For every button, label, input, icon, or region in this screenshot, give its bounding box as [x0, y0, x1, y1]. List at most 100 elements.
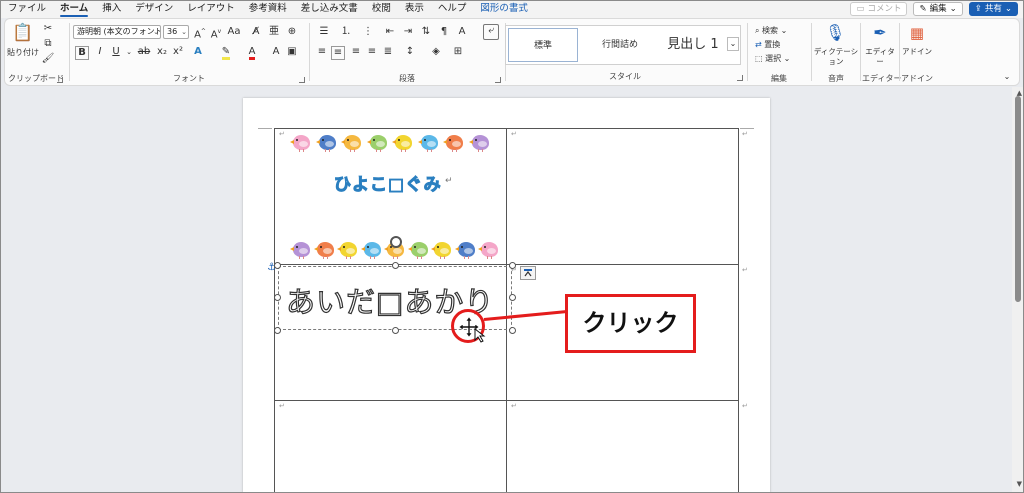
resize-handle[interactable]: [392, 262, 399, 269]
distributed-icon[interactable]: ≣: [381, 46, 395, 58]
tab-help[interactable]: ヘルプ: [438, 0, 467, 18]
table-cell[interactable]: [506, 400, 739, 493]
chevron-down-icon[interactable]: ⌄: [125, 46, 133, 58]
font-color-icon[interactable]: A: [243, 46, 261, 60]
edit-mode-button[interactable]: ✎ 編集 ⌄: [913, 2, 963, 16]
multilevel-list-icon[interactable]: ⋮: [359, 26, 377, 38]
tab-home[interactable]: ホーム: [60, 0, 89, 18]
addins-button[interactable]: アドイン: [901, 47, 933, 57]
numbering-icon[interactable]: ⒈: [337, 26, 355, 38]
tab-layout[interactable]: レイアウト: [187, 0, 235, 18]
increase-indent-icon[interactable]: ⇥: [401, 26, 415, 38]
asian-layout-icon[interactable]: A: [455, 26, 469, 38]
paragraph-launcher[interactable]: [495, 77, 501, 83]
char-shading-icon[interactable]: A: [269, 46, 283, 58]
voice-group-label: 音声: [828, 74, 844, 83]
align-right-icon[interactable]: ≡: [349, 46, 363, 58]
chick-illustration: [341, 133, 363, 152]
clear-format-icon[interactable]: A̸: [249, 26, 263, 38]
phonetic-guide-icon[interactable]: 亜: [267, 26, 281, 38]
superscript-icon[interactable]: x²: [171, 46, 185, 58]
styles-launcher[interactable]: [737, 75, 743, 81]
shading-icon[interactable]: ◈: [429, 46, 443, 58]
separator: [811, 23, 812, 81]
resize-handle[interactable]: [392, 327, 399, 334]
resize-handle[interactable]: [274, 327, 281, 334]
borders-icon[interactable]: ⊞: [451, 46, 465, 58]
style-no-spacing[interactable]: 行間詰め: [584, 28, 656, 62]
highlight-icon[interactable]: ✎: [217, 46, 235, 60]
sort-icon[interactable]: ⇅: [419, 26, 433, 38]
find-button[interactable]: ⌕ 検索 ⌄: [755, 25, 809, 37]
share-button[interactable]: ⇪ 共有 ⌄: [968, 2, 1018, 16]
bullets-icon[interactable]: ☰: [315, 26, 333, 38]
styles-more-button[interactable]: ⌄: [727, 37, 739, 51]
tab-mailings[interactable]: 差し込み文書: [301, 0, 358, 18]
chick-illustration: [407, 240, 430, 259]
paste-icon[interactable]: 📋: [11, 23, 35, 43]
tab-design[interactable]: デザイン: [135, 0, 173, 18]
format-painter-icon[interactable]: 🖌: [41, 53, 55, 65]
text-direction-icon[interactable]: ⤶: [483, 24, 499, 40]
tab-file[interactable]: ファイル: [8, 0, 46, 18]
chick-illustration: [443, 133, 465, 152]
clipboard-launcher[interactable]: [57, 77, 63, 83]
text-effects-icon[interactable]: A: [191, 46, 205, 58]
paste-button[interactable]: 貼り付け: [7, 47, 39, 59]
cut-icon[interactable]: ✂: [41, 23, 55, 35]
font-group: 游明朝 (本文のフォント ⌄ 36 ⌄ A^ Av Aa A̸ 亜 ⊕ B I U …: [71, 21, 307, 85]
line-spacing-icon[interactable]: ↕: [403, 46, 417, 58]
resize-handle[interactable]: [274, 294, 281, 301]
separator: [747, 23, 748, 81]
font-launcher[interactable]: [299, 77, 305, 83]
resize-handle[interactable]: [509, 262, 516, 269]
decrease-indent-icon[interactable]: ⇤: [383, 26, 397, 38]
microphone-icon[interactable]: 🎙: [825, 23, 845, 43]
replace-button[interactable]: ⇄ 置換: [755, 39, 809, 51]
align-center-icon[interactable]: ≡: [331, 46, 345, 60]
paragraph-mark: ↵: [511, 402, 517, 410]
separator: [899, 23, 900, 81]
collapse-ribbon-icon[interactable]: ⌄: [1001, 71, 1013, 83]
tab-insert[interactable]: 挿入: [102, 0, 121, 18]
addins-grid-icon[interactable]: ▦: [907, 23, 927, 43]
underline-icon[interactable]: U: [109, 46, 123, 58]
change-case-icon[interactable]: Aa: [227, 26, 241, 38]
tab-references[interactable]: 参考資料: [249, 0, 287, 18]
strikethrough-icon[interactable]: ab: [137, 46, 151, 58]
subscript-icon[interactable]: x₂: [155, 46, 169, 58]
enclose-char-icon[interactable]: ⊕: [285, 26, 299, 38]
italic-icon[interactable]: I: [93, 46, 107, 58]
editor-button[interactable]: エディター: [862, 47, 898, 67]
style-normal[interactable]: 標準: [508, 28, 578, 62]
editor-icon[interactable]: ✒: [870, 23, 890, 43]
tab-shape-format[interactable]: 図形の書式: [480, 0, 528, 18]
select-button[interactable]: ⬚ 選択 ⌄: [755, 53, 809, 65]
font-name-combo[interactable]: 游明朝 (本文のフォント ⌄: [73, 25, 161, 39]
clipboard-group: 📋 貼り付け ✂ ⧉ 🖌 クリップボード: [7, 21, 65, 85]
resize-handle[interactable]: [509, 327, 516, 334]
resize-handle[interactable]: [509, 294, 516, 301]
shrink-font-icon[interactable]: Av: [209, 26, 223, 41]
table-cell[interactable]: [274, 400, 507, 493]
grow-font-icon[interactable]: A^: [193, 26, 207, 41]
layout-options-button[interactable]: [520, 266, 536, 280]
rotate-handle-icon[interactable]: [390, 236, 402, 248]
chick-illustration: [337, 240, 359, 259]
char-border-icon[interactable]: ▣: [285, 46, 299, 58]
font-size-combo[interactable]: 36 ⌄: [163, 25, 189, 39]
comment-button[interactable]: ▭ コメント: [850, 2, 908, 16]
style-heading-1[interactable]: 見出し 1: [658, 28, 728, 62]
dictate-button[interactable]: ディクテーション: [813, 47, 859, 67]
resize-handle[interactable]: [274, 262, 281, 269]
scroll-thumb[interactable]: [1015, 96, 1021, 302]
tab-review[interactable]: 校閲: [372, 0, 391, 18]
tab-view[interactable]: 表示: [405, 0, 424, 18]
align-left-icon[interactable]: ≡: [315, 46, 329, 58]
table-cell[interactable]: [506, 128, 739, 265]
bold-icon[interactable]: B: [75, 46, 89, 60]
show-marks-icon[interactable]: ¶: [437, 26, 451, 38]
copy-icon[interactable]: ⧉: [41, 38, 55, 50]
justify-icon[interactable]: ≡: [365, 46, 379, 58]
scroll-down-icon[interactable]: ▼: [1017, 480, 1022, 488]
